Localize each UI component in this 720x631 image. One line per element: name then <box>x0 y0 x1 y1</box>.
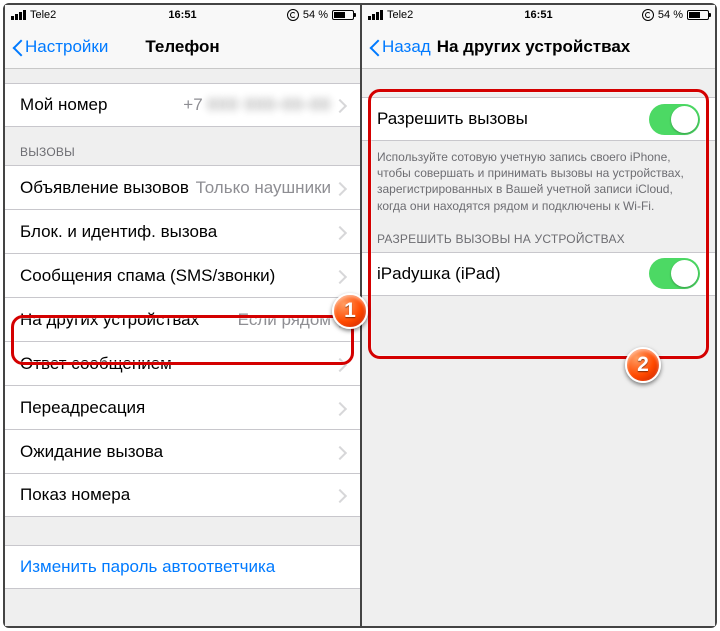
reply-label: Ответ сообщением <box>20 354 172 374</box>
status-battery-text: 54 % <box>658 9 683 21</box>
nav-back-label: Настройки <box>25 37 108 57</box>
row-device-ipad[interactable]: iPadушка (iPad) <box>362 252 715 296</box>
chevron-right-icon <box>337 401 345 415</box>
row-caller-id[interactable]: Показ номера <box>5 473 360 517</box>
nav-back-button[interactable]: Настройки <box>5 37 108 57</box>
row-block-id[interactable]: Блок. и идентиф. вызова <box>5 209 360 253</box>
allow-calls-help: Используйте сотовую учетную запись своег… <box>362 141 715 220</box>
chevron-left-icon <box>368 37 380 57</box>
row-reply-message[interactable]: Ответ сообщением <box>5 341 360 385</box>
nav-title: Телефон <box>145 37 219 57</box>
device-toggle[interactable] <box>649 258 700 289</box>
orientation-lock-icon <box>642 9 654 21</box>
row-call-waiting[interactable]: Ожидание вызова <box>5 429 360 473</box>
screenshot-phone-settings: Tele2 16:51 54 % Настройки Телефон Мой н… <box>5 5 360 626</box>
status-carrier: Tele2 <box>30 9 56 21</box>
row-allow-calls[interactable]: Разрешить вызовы <box>362 97 715 141</box>
section-header-calls: ВЫЗОВЫ <box>5 127 360 165</box>
announce-detail: Только наушники <box>196 178 331 198</box>
announce-label: Объявление вызовов <box>20 178 189 198</box>
status-bar: Tele2 16:51 54 % <box>5 5 360 25</box>
row-forwarding[interactable]: Переадресация <box>5 385 360 429</box>
status-bar: Tele2 16:51 54 % <box>362 5 715 25</box>
section-header-devices: РАЗРЕШИТЬ ВЫЗОВЫ НА УСТРОЙСТВАХ <box>362 220 715 252</box>
status-time: 16:51 <box>524 9 552 21</box>
chevron-right-icon <box>337 357 345 371</box>
chevron-right-icon <box>337 445 345 459</box>
battery-icon <box>332 10 354 20</box>
status-carrier: Tele2 <box>387 9 413 21</box>
device-label: iPadушка (iPad) <box>377 264 501 284</box>
spam-label: Сообщения спама (SMS/звонки) <box>20 266 275 286</box>
status-battery-text: 54 % <box>303 9 328 21</box>
chevron-right-icon <box>337 488 345 502</box>
row-change-vm-password[interactable]: Изменить пароль автоответчика <box>5 545 360 589</box>
signal-icon <box>11 10 26 20</box>
nav-back-label: Назад <box>382 37 431 57</box>
my-number-label: Мой номер <box>20 95 107 115</box>
nav-title: На других устройствах <box>437 37 631 57</box>
chevron-right-icon <box>337 225 345 239</box>
signal-icon <box>368 10 383 20</box>
chevron-right-icon <box>337 98 345 112</box>
row-spam[interactable]: Сообщения спама (SMS/звонки) <box>5 253 360 297</box>
waiting-label: Ожидание вызова <box>20 442 163 462</box>
other-devices-detail: Если рядом <box>238 310 331 330</box>
allow-calls-label: Разрешить вызовы <box>377 109 528 129</box>
nav-back-button[interactable]: Назад <box>362 37 431 57</box>
block-label: Блок. и идентиф. вызова <box>20 222 217 242</box>
battery-icon <box>687 10 709 20</box>
settings-content: Мой номер +7 000 000-00-00 ВЫЗОВЫ Объявл… <box>5 69 360 626</box>
row-other-devices[interactable]: На других устройствах Если рядом <box>5 297 360 341</box>
other-devices-label: На других устройствах <box>20 310 199 330</box>
my-number-value: +7 000 000-00-00 <box>183 95 331 115</box>
chevron-left-icon <box>11 37 23 57</box>
other-devices-content: Разрешить вызовы Используйте сотовую уче… <box>362 69 715 626</box>
callout-badge-1: 1 <box>332 293 368 329</box>
nav-bar: Настройки Телефон <box>5 25 360 69</box>
row-announce-calls[interactable]: Объявление вызовов Только наушники <box>5 165 360 209</box>
chevron-right-icon <box>337 269 345 283</box>
status-time: 16:51 <box>168 9 196 21</box>
allow-calls-toggle[interactable] <box>649 104 700 135</box>
vm-password-label: Изменить пароль автоответчика <box>20 557 275 577</box>
nav-bar: Назад На других устройствах <box>362 25 715 69</box>
callerid-label: Показ номера <box>20 485 130 505</box>
orientation-lock-icon <box>287 9 299 21</box>
screenshot-other-devices: Tele2 16:51 54 % Назад На других устройс… <box>360 5 715 626</box>
chevron-right-icon <box>337 181 345 195</box>
row-my-number[interactable]: Мой номер +7 000 000-00-00 <box>5 83 360 127</box>
forward-label: Переадресация <box>20 398 145 418</box>
callout-badge-2: 2 <box>625 347 661 383</box>
